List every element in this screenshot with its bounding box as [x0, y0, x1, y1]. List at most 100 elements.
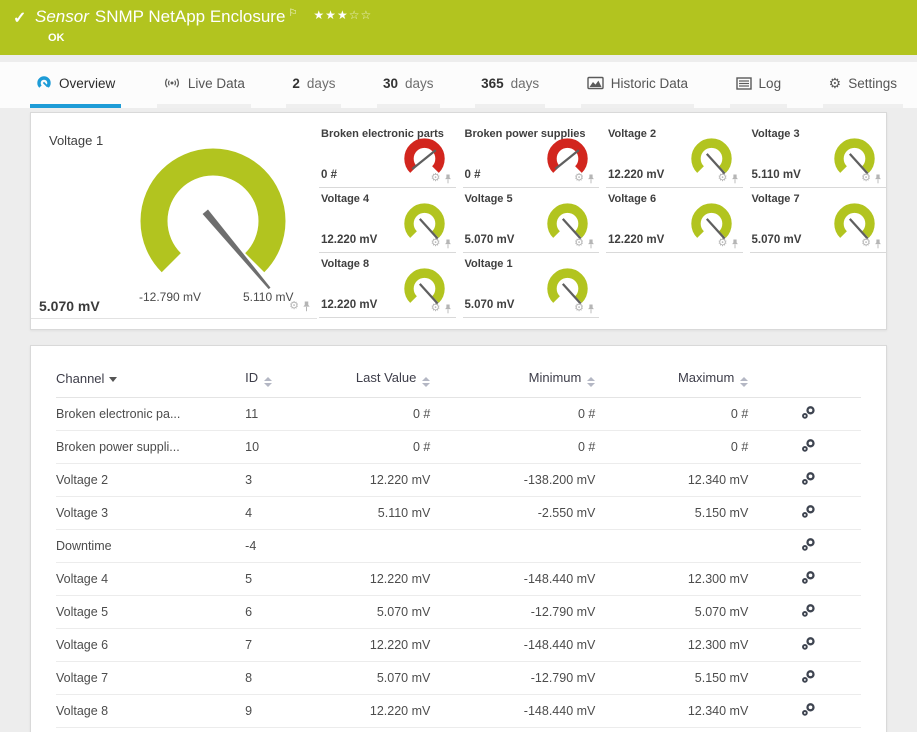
star-icon[interactable]: ★	[325, 8, 337, 22]
gauge-cell[interactable]: Voltage 8 12.220 mV ⚙	[319, 253, 456, 318]
channel-name-link[interactable]: Downtime	[56, 530, 245, 563]
pin-icon[interactable]	[874, 239, 882, 249]
gauge-settings-icon[interactable]: ⚙	[431, 303, 441, 314]
channel-last-value	[310, 530, 439, 563]
primary-gauge-min: -12.790 mV	[139, 290, 201, 304]
gear-icon: ⚙	[829, 75, 842, 92]
col-header-channel[interactable]: Channel	[56, 364, 245, 398]
channel-last-value: 0 #	[310, 398, 439, 431]
tab-30-days[interactable]: 30days	[377, 62, 440, 108]
gauge-settings-icon[interactable]: ⚙	[574, 238, 584, 249]
col-header-id[interactable]: ID	[245, 364, 309, 398]
channel-settings-icon[interactable]	[801, 669, 816, 684]
gauge-cell[interactable]: Voltage 5 5.070 mV ⚙	[463, 188, 600, 253]
pin-icon[interactable]	[731, 174, 739, 184]
gauge-label: Voltage 7	[752, 193, 800, 205]
channel-settings-icon[interactable]	[801, 471, 816, 486]
gauge-settings-icon[interactable]: ⚙	[861, 238, 871, 249]
pin-icon[interactable]	[731, 239, 739, 249]
tab-historic-data[interactable]: Historic Data	[581, 62, 694, 108]
gauge-settings-icon[interactable]: ⚙	[431, 173, 441, 184]
chart-icon	[587, 76, 604, 90]
channel-name-link[interactable]: Broken electronic pa...	[56, 398, 245, 431]
channel-settings-icon[interactable]	[801, 636, 816, 651]
channel-minimum: -148.440 mV	[438, 695, 603, 728]
channel-settings-icon[interactable]	[801, 702, 816, 717]
channel-name-link[interactable]: Voltage 6	[56, 629, 245, 662]
gauge-cell[interactable]: Voltage 3 5.110 mV ⚙	[750, 123, 887, 188]
channel-id: 11	[245, 398, 309, 431]
channel-id: 3	[245, 464, 309, 497]
gauge-grid: Broken electronic parts 0 # ⚙ Broken pow…	[319, 123, 886, 318]
table-row: Broken electronic pa... 11 0 # 0 # 0 #	[56, 398, 861, 431]
priority-flag-icon[interactable]: ⚐	[288, 8, 297, 19]
tab-2-days[interactable]: 2days	[286, 62, 341, 108]
channel-settings-icon[interactable]	[801, 438, 816, 453]
gauge-settings-icon[interactable]: ⚙	[289, 301, 299, 312]
pin-icon[interactable]	[874, 174, 882, 184]
primary-gauge-cell[interactable]: Voltage 1 5.070 mV -12.790 mV 5.110 mV ⚙	[31, 123, 317, 319]
channel-settings-icon[interactable]	[801, 570, 816, 585]
pin-icon[interactable]	[587, 174, 595, 184]
channel-maximum: 0 #	[603, 398, 756, 431]
channel-name-link[interactable]: Voltage 2	[56, 464, 245, 497]
channel-last-value: 5.070 mV	[310, 596, 439, 629]
pin-icon[interactable]	[444, 174, 452, 184]
gauge-cell[interactable]: Broken power supplies 0 # ⚙	[463, 123, 600, 188]
channel-maximum	[603, 530, 756, 563]
gauge-cell[interactable]: Broken electronic parts 0 # ⚙	[319, 123, 456, 188]
primary-gauge-arc	[116, 137, 306, 307]
gauge-cell[interactable]: Voltage 7 5.070 mV ⚙	[750, 188, 887, 253]
gauge-settings-icon[interactable]: ⚙	[574, 173, 584, 184]
pin-icon[interactable]	[587, 304, 595, 314]
gauge-settings-icon[interactable]: ⚙	[574, 303, 584, 314]
channel-id: 5	[245, 563, 309, 596]
channel-name-link[interactable]: Voltage 3	[56, 497, 245, 530]
gauge-settings-icon[interactable]: ⚙	[718, 173, 728, 184]
channel-minimum	[438, 530, 603, 563]
pin-icon[interactable]	[444, 304, 452, 314]
channel-name-link[interactable]: Voltage 5	[56, 596, 245, 629]
col-header-minimum[interactable]: Minimum	[438, 364, 603, 398]
channel-name-link[interactable]: Voltage 7	[56, 662, 245, 695]
gauge-cell[interactable]: Voltage 4 12.220 mV ⚙	[319, 188, 456, 253]
table-row: Voltage 6 7 12.220 mV -148.440 mV 12.300…	[56, 629, 861, 662]
gauge-settings-icon[interactable]: ⚙	[431, 238, 441, 249]
gauge-value: 12.220 mV	[608, 169, 664, 181]
gauge-cell[interactable]: Voltage 2 12.220 mV ⚙	[606, 123, 743, 188]
channel-table: Channel ID Last Value Minimum Maximum Br…	[56, 364, 861, 732]
primary-gauge-max: 5.110 mV	[243, 290, 293, 304]
channel-settings-icon[interactable]	[801, 603, 816, 618]
channel-last-value: 5.070 mV	[310, 662, 439, 695]
star-icon[interactable]: ☆	[360, 8, 372, 22]
gauge-settings-icon[interactable]: ⚙	[861, 173, 871, 184]
gauge-cell[interactable]: Voltage 1 5.070 mV ⚙	[463, 253, 600, 318]
star-icon[interactable]: ★	[337, 8, 349, 22]
channel-name-link[interactable]: Voltage 8	[56, 695, 245, 728]
channel-settings-icon[interactable]	[801, 504, 816, 519]
pin-icon[interactable]	[444, 239, 452, 249]
gauge-value: 12.220 mV	[321, 234, 377, 246]
channel-last-value: 12.220 mV	[310, 629, 439, 662]
channel-minimum: -148.440 mV	[438, 563, 603, 596]
channel-name-link[interactable]: Voltage 4	[56, 563, 245, 596]
star-icon[interactable]: ★	[313, 8, 325, 22]
channel-name-link[interactable]: Voltage 1	[56, 728, 245, 732]
pin-icon[interactable]	[587, 239, 595, 249]
channel-id: 7	[245, 629, 309, 662]
tab-overview[interactable]: Overview	[30, 62, 121, 108]
channel-name-link[interactable]: Broken power suppli...	[56, 431, 245, 464]
gauge-cell[interactable]: Voltage 6 12.220 mV ⚙	[606, 188, 743, 253]
tab-365-days[interactable]: 365days	[475, 62, 545, 108]
col-header-last-value[interactable]: Last Value	[310, 364, 439, 398]
col-header-maximum[interactable]: Maximum	[603, 364, 756, 398]
tab-settings[interactable]: ⚙ Settings	[823, 62, 903, 108]
channel-settings-icon[interactable]	[801, 405, 816, 420]
pin-icon[interactable]	[302, 301, 311, 312]
star-icon[interactable]: ☆	[349, 8, 361, 22]
gauge-settings-icon[interactable]: ⚙	[718, 238, 728, 249]
star-rating[interactable]: ★★★☆☆	[313, 8, 372, 22]
channel-settings-icon[interactable]	[801, 537, 816, 552]
tab-log[interactable]: Log	[730, 62, 788, 108]
tab-live-data[interactable]: Live Data	[157, 62, 251, 108]
